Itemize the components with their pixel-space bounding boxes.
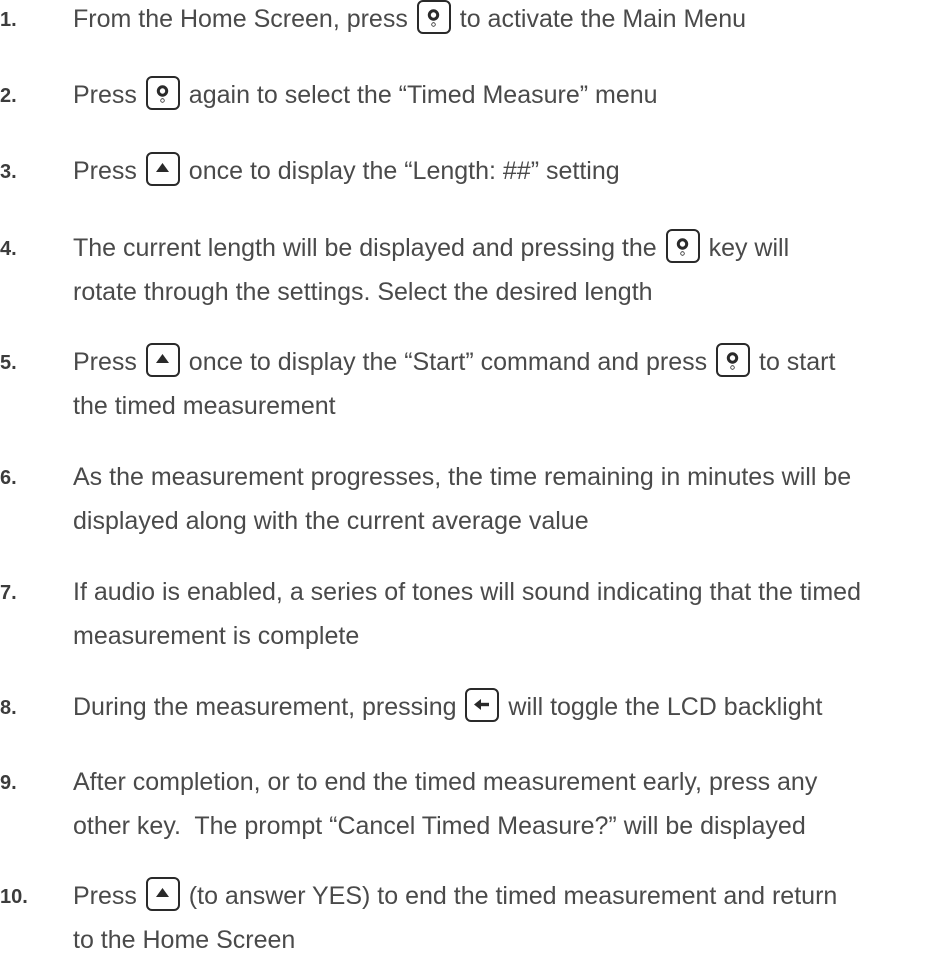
step-text-line: to the Home Screen: [73, 921, 295, 959]
step-text-fragment: Press: [73, 348, 144, 376]
select-icon: [665, 229, 700, 264]
step-text-line: Press once to display the “Start” comman…: [73, 343, 835, 381]
step-text-line: other key. The prompt “Cancel Timed Meas…: [73, 807, 806, 845]
step-number: 1.: [0, 9, 17, 31]
select-icon: [416, 0, 451, 35]
up-arrow-icon: [145, 877, 180, 912]
step-text-fragment: (to answer YES) to end the timed measure…: [181, 882, 838, 910]
step-number: 2.: [0, 85, 17, 107]
step-text-fragment: will toggle the LCD backlight: [501, 693, 823, 721]
step-text-line: From the Home Screen, press to activate …: [73, 0, 746, 38]
step-text-fragment: other key. The prompt “Cancel Timed Meas…: [73, 812, 806, 840]
step-number: 6.: [0, 467, 17, 489]
step-text-fragment: If audio is enabled, a series of tones w…: [73, 578, 861, 606]
step-text-fragment: displayed along with the current average…: [73, 507, 589, 535]
step-text-line: Press once to display the “Length: ##” s…: [73, 152, 620, 190]
step-text-line: measurement is complete: [73, 617, 359, 655]
up-arrow-icon: [145, 343, 180, 378]
step-text-fragment: the timed measurement: [73, 392, 336, 420]
step-number: 7.: [0, 582, 17, 604]
step-text-line: the timed measurement: [73, 387, 336, 425]
step-text-line: Press again to select the “Timed Measure…: [73, 76, 658, 114]
step-text-line: rotate through the settings. Select the …: [73, 273, 653, 311]
step-number: 5.: [0, 352, 17, 374]
step-text-fragment: to start: [752, 348, 836, 376]
step-text-fragment: to the Home Screen: [73, 926, 296, 954]
step-number: 10.: [0, 886, 28, 908]
step-text-fragment: During the measurement, pressing: [73, 693, 464, 721]
step-number: 3.: [0, 161, 17, 183]
step-text-line: Press (to answer YES) to end the timed m…: [73, 877, 837, 915]
step-text-line: As the measurement progresses, the time …: [73, 458, 851, 496]
step-text-fragment: As the measurement progresses, the time …: [73, 463, 852, 491]
step-text-fragment: once to display the “Start” command and …: [181, 348, 715, 376]
step-text-fragment: From the Home Screen, press: [73, 5, 415, 33]
step-number: 4.: [0, 238, 17, 260]
step-text-line: displayed along with the current average…: [73, 502, 589, 540]
select-icon: [716, 343, 751, 378]
step-text-fragment: After completion, or to end the timed me…: [73, 768, 818, 796]
step-text-fragment: rotate through the settings. Select the …: [73, 278, 653, 306]
left-arrow-icon: [465, 688, 500, 723]
step-text-fragment: Press: [73, 157, 144, 185]
step-text-line: The current length will be displayed and…: [73, 229, 789, 267]
step-text-fragment: The current length will be displayed and…: [73, 234, 664, 262]
step-text-fragment: key will: [701, 234, 790, 262]
step-text-fragment: once to display the “Length: ##” setting: [181, 157, 620, 185]
step-text-fragment: Press: [73, 81, 144, 109]
step-text-fragment: to activate the Main Menu: [452, 5, 747, 33]
step-text-line: During the measurement, pressing will to…: [73, 688, 822, 726]
step-text-line: After completion, or to end the timed me…: [73, 763, 817, 801]
step-number: 9.: [0, 772, 17, 794]
step-text-fragment: measurement is complete: [73, 622, 360, 650]
step-number: 8.: [0, 697, 17, 719]
select-icon: [145, 76, 180, 111]
step-text-fragment: again to select the “Timed Measure” menu: [181, 81, 658, 109]
step-text-fragment: Press: [73, 882, 144, 910]
step-text-line: If audio is enabled, a series of tones w…: [73, 573, 861, 611]
up-arrow-icon: [145, 152, 180, 187]
